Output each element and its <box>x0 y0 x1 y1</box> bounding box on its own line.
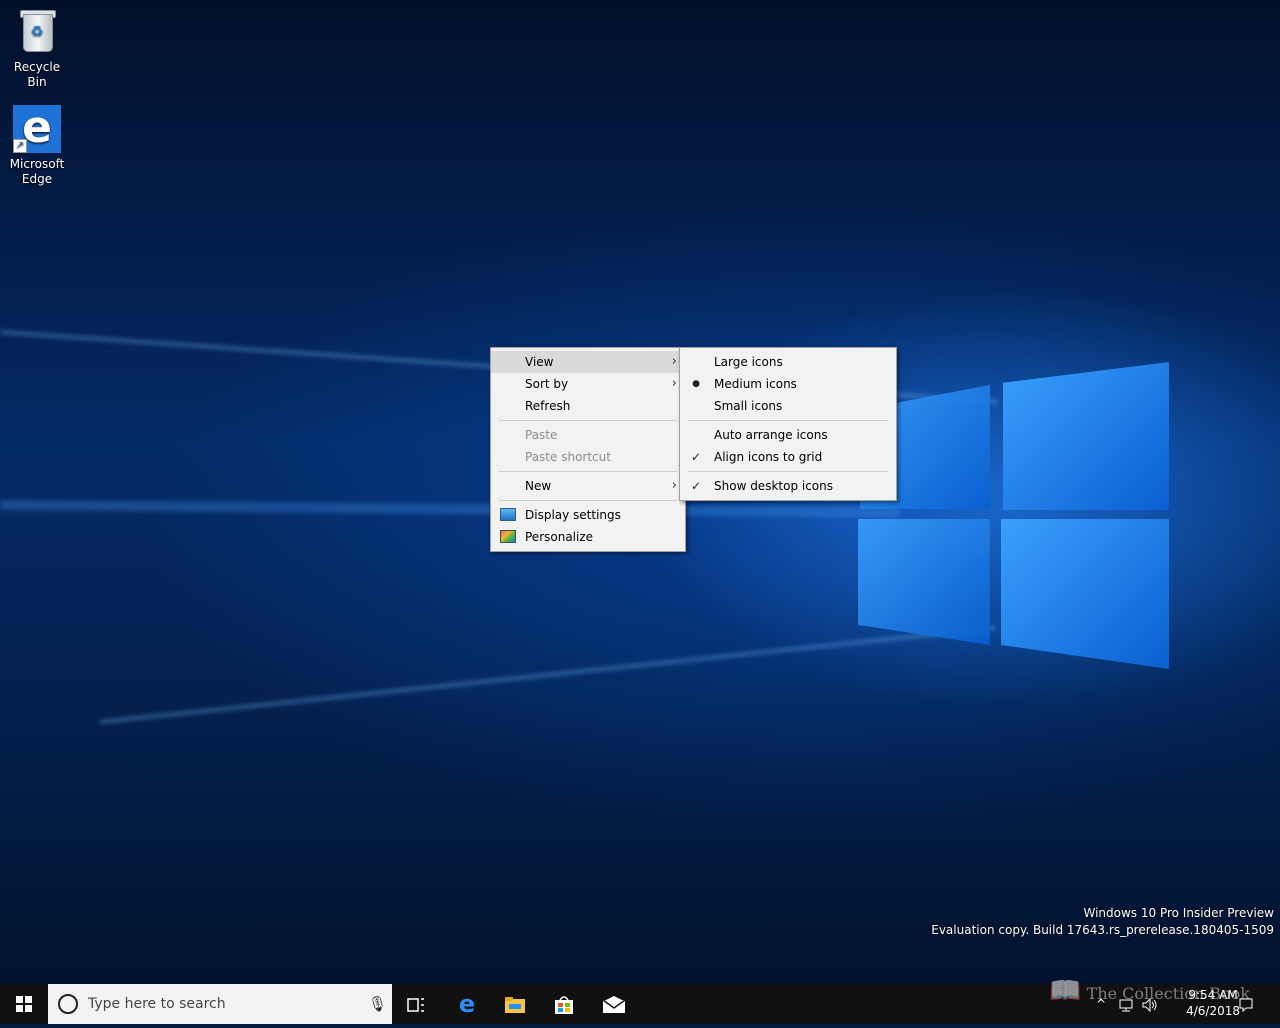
taskbar-mail-button[interactable] <box>590 984 638 1024</box>
taskbar-edge-button[interactable]: e <box>443 984 491 1024</box>
menu-item-label: Refresh <box>525 399 571 413</box>
menu-item-refresh[interactable]: Refresh <box>491 395 685 417</box>
menu-item-label: Paste shortcut <box>525 450 611 464</box>
taskbar-file-explorer-button[interactable] <box>491 984 539 1024</box>
desktop-background[interactable]: ♻ Recycle Bin e ↗ Microsoft Edge View › … <box>0 0 1280 984</box>
menu-item-label: View <box>525 355 554 369</box>
mail-icon <box>602 995 626 1013</box>
watermark-line: Evaluation copy. Build 17643.rs_prerelea… <box>931 923 1274 937</box>
display-settings-icon <box>500 508 516 521</box>
cortana-icon <box>58 994 78 1014</box>
checkmark-icon: ✓ <box>690 479 702 493</box>
microphone-icon[interactable]: 🎙 <box>368 994 387 1014</box>
taskbar-store-button[interactable] <box>540 984 588 1024</box>
evaluation-watermark: Windows 10 Pro Insider Preview Evaluatio… <box>931 905 1274 939</box>
menu-item-show-desktop-icons[interactable]: ✓ Show desktop icons <box>680 475 896 497</box>
menu-item-medium-icons[interactable]: ● Medium icons <box>680 373 896 395</box>
menu-item-label: Small icons <box>714 399 783 413</box>
menu-item-label: Sort by <box>525 377 569 391</box>
edge-icon: e <box>458 990 476 1018</box>
checkmark-icon: ✓ <box>690 450 702 464</box>
search-placeholder: Type here to search <box>88 996 226 1012</box>
menu-item-label: Align icons to grid <box>714 450 823 464</box>
desktop-icon-label: Recycle Bin <box>13 60 61 89</box>
book-icon: 📖 <box>1049 976 1082 1006</box>
menu-item-label: New <box>525 479 552 493</box>
taskbar: Type here to search 🎙 e ^ 📖 The Collecti… <box>0 976 1280 1024</box>
chevron-right-icon: › <box>671 354 677 369</box>
desktop-icon-label: Edge <box>21 172 53 186</box>
menu-item-label: Medium icons <box>714 377 797 391</box>
system-clock[interactable]: 9:54 AM 4/6/2018 <box>1186 987 1240 1019</box>
menu-item-label: Large icons <box>714 355 783 369</box>
start-button[interactable] <box>0 984 48 1024</box>
task-view-icon <box>407 997 424 1012</box>
windows-logo-icon <box>16 996 32 1012</box>
clock-date: 4/6/2018 <box>1186 1004 1240 1018</box>
clock-time: 9:54 AM <box>1188 988 1238 1002</box>
wallpaper-logo-pane <box>1003 362 1169 510</box>
store-icon <box>555 995 573 1014</box>
menu-item-personalize[interactable]: Personalize <box>491 526 685 548</box>
chevron-right-icon: › <box>671 376 677 391</box>
view-submenu: Large icons ● Medium icons Small icons A… <box>679 347 897 501</box>
personalize-icon <box>500 530 516 543</box>
menu-separator <box>688 420 888 421</box>
watermark-line: Windows 10 Pro Insider Preview <box>1083 906 1274 920</box>
wallpaper-logo-pane <box>858 519 990 645</box>
menu-item-label: Show desktop icons <box>714 479 834 493</box>
menu-item-large-icons[interactable]: Large icons <box>680 351 896 373</box>
desktop-context-menu: View › Sort by › Refresh Paste Paste sho… <box>490 347 686 552</box>
desktop-icon-label: Microsoft <box>9 157 65 171</box>
menu-separator <box>499 500 677 501</box>
menu-item-paste-shortcut[interactable]: Paste shortcut <box>491 446 685 468</box>
menu-item-align-icons-to-grid[interactable]: ✓ Align icons to grid <box>680 446 896 468</box>
menu-separator <box>688 471 888 472</box>
action-center-icon[interactable] <box>1238 984 1254 1024</box>
shortcut-arrow-icon: ↗ <box>13 139 27 153</box>
desktop-icon-microsoft-edge[interactable]: e ↗ Microsoft Edge <box>6 105 68 187</box>
menu-item-display-settings[interactable]: Display settings <box>491 504 685 526</box>
menu-item-label: Personalize <box>525 530 594 544</box>
light-beam <box>99 625 996 724</box>
menu-item-label: Auto arrange icons <box>714 428 828 442</box>
menu-separator <box>499 471 677 472</box>
wallpaper-logo-pane <box>1001 519 1169 669</box>
edge-icon: e ↗ <box>13 105 61 153</box>
file-explorer-icon <box>505 996 525 1013</box>
menu-separator <box>499 420 677 421</box>
chevron-right-icon: › <box>671 478 677 493</box>
menu-item-view[interactable]: View › <box>491 351 685 373</box>
menu-item-label: Paste <box>525 428 558 442</box>
desktop-icon-recycle-bin[interactable]: ♻ Recycle Bin <box>6 8 68 90</box>
menu-item-new[interactable]: New › <box>491 475 685 497</box>
menu-item-paste[interactable]: Paste <box>491 424 685 446</box>
menu-item-sort-by[interactable]: Sort by › <box>491 373 685 395</box>
search-box[interactable]: Type here to search 🎙 <box>48 984 392 1024</box>
menu-item-small-icons[interactable]: Small icons <box>680 395 896 417</box>
light-beam <box>0 500 901 518</box>
recycle-bin-icon: ♻ <box>13 8 61 56</box>
task-view-button[interactable] <box>392 984 440 1024</box>
radio-bullet-icon: ● <box>692 379 700 389</box>
menu-item-auto-arrange-icons[interactable]: Auto arrange icons <box>680 424 896 446</box>
menu-item-label: Display settings <box>525 508 621 522</box>
